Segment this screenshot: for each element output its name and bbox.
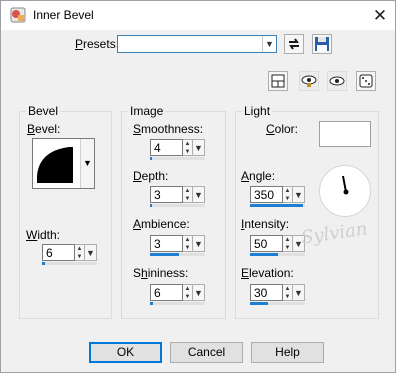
- ambience-slider[interactable]: [150, 253, 205, 256]
- angle-dial[interactable]: [319, 165, 371, 217]
- chevron-down-icon[interactable]: ▼: [293, 186, 305, 203]
- elevation-label: Elevation:: [241, 266, 294, 280]
- width-slider-fill: [42, 262, 46, 265]
- depth-value[interactable]: 3: [150, 186, 183, 203]
- up-down-arrows-icon[interactable]: ▲ ▼: [183, 284, 193, 301]
- eye-icon: [329, 76, 345, 86]
- intensity-slider-fill: [250, 253, 278, 256]
- angle-slider-fill: [250, 204, 304, 207]
- up-down-arrows-icon[interactable]: ▲ ▼: [183, 235, 193, 252]
- color-label: Color:: [266, 122, 299, 136]
- elevation-slider[interactable]: [250, 302, 305, 305]
- width-spinner[interactable]: 6 ▲ ▼ ▼: [42, 244, 98, 266]
- image-group-title: Image: [128, 104, 166, 118]
- title-bar: Inner Bevel ✕: [1, 1, 395, 30]
- chevron-down-icon[interactable]: ▼: [293, 284, 305, 301]
- intensity-spinner[interactable]: 50 ▲ ▼ ▼: [250, 235, 306, 257]
- smoothness-spinner[interactable]: 4 ▲ ▼ ▼: [150, 139, 206, 161]
- intensity-label: Intensity:: [241, 217, 290, 231]
- chevron-down-icon[interactable]: ▼: [193, 284, 205, 301]
- save-preset-button[interactable]: [312, 34, 332, 54]
- presets-combo[interactable]: ▼: [117, 35, 277, 53]
- angle-spinner[interactable]: 350 ▲ ▼ ▼: [250, 186, 306, 208]
- preview-eye-button[interactable]: [327, 71, 347, 91]
- chevron-down-icon[interactable]: ▼: [193, 139, 205, 156]
- elevation-slider-fill: [250, 302, 269, 305]
- floppy-disk-icon: [315, 37, 329, 51]
- smoothness-label: Smoothness:: [133, 122, 204, 136]
- presets-label: Presets:: [75, 37, 120, 51]
- intensity-value[interactable]: 50: [250, 235, 283, 252]
- cancel-button[interactable]: Cancel: [170, 342, 243, 363]
- smoothness-slider-fill: [150, 157, 153, 160]
- depth-spinner[interactable]: 3 ▲ ▼ ▼: [150, 186, 206, 208]
- chevron-down-icon[interactable]: ▼: [262, 36, 276, 52]
- angle-slider[interactable]: [250, 204, 305, 207]
- width-value[interactable]: 6: [42, 244, 75, 261]
- ambience-spinner[interactable]: 3 ▲ ▼ ▼: [150, 235, 206, 257]
- bevel-shape-label: Bevel:: [27, 122, 61, 136]
- up-down-arrows-icon[interactable]: ▲ ▼: [183, 139, 193, 156]
- depth-slider-fill: [150, 204, 152, 207]
- up-down-arrows-icon[interactable]: ▲ ▼: [283, 284, 293, 301]
- shininess-slider[interactable]: [150, 302, 205, 305]
- elevation-value[interactable]: 30: [250, 284, 283, 301]
- chevron-down-icon[interactable]: ▼: [193, 235, 205, 252]
- ok-button[interactable]: OK: [89, 342, 162, 363]
- depth-label: Depth:: [133, 169, 169, 183]
- smoothness-slider[interactable]: [150, 157, 205, 160]
- proof-eye-lock-button[interactable]: [299, 71, 319, 91]
- help-button[interactable]: Help: [251, 342, 324, 363]
- light-color-swatch[interactable]: [319, 121, 371, 147]
- layout-icon: [271, 74, 285, 88]
- bevel-shape-picker[interactable]: ▼: [32, 138, 95, 189]
- chevron-down-icon[interactable]: ▼: [85, 244, 97, 261]
- window-title: Inner Bevel: [33, 8, 94, 22]
- up-down-arrows-icon[interactable]: ▲ ▼: [283, 186, 293, 203]
- width-slider[interactable]: [42, 262, 97, 265]
- angle-needle-icon: [342, 175, 349, 195]
- shininess-value[interactable]: 6: [150, 284, 183, 301]
- close-icon[interactable]: ✕: [365, 1, 395, 30]
- light-group-title: Light: [242, 104, 273, 118]
- shininess-slider-fill: [150, 302, 154, 305]
- depth-slider[interactable]: [150, 204, 205, 207]
- reset-arrows-icon: [289, 38, 299, 50]
- inner-bevel-dialog: Inner Bevel ✕ Presets: ▼ Bevel Bevel: ▼ …: [0, 0, 396, 373]
- up-down-arrows-icon[interactable]: ▲ ▼: [183, 186, 193, 203]
- ambience-slider-fill: [150, 253, 180, 256]
- angle-label: Angle:: [241, 169, 276, 183]
- intensity-slider[interactable]: [250, 253, 305, 256]
- up-down-arrows-icon[interactable]: ▲ ▼: [283, 235, 293, 252]
- width-label: Width:: [26, 228, 61, 242]
- proof-toggle-button[interactable]: [268, 71, 288, 91]
- app-icon: [10, 7, 26, 23]
- bevel-shape-icon: [37, 147, 73, 183]
- bevel-group-title: Bevel: [26, 104, 61, 118]
- up-down-arrows-icon[interactable]: ▲ ▼: [75, 244, 85, 261]
- shininess-spinner[interactable]: 6 ▲ ▼ ▼: [150, 284, 206, 306]
- smoothness-value[interactable]: 4: [150, 139, 183, 156]
- bevel-dropdown-arrow-icon[interactable]: ▼: [80, 139, 94, 188]
- shininess-label: Shininess:: [133, 266, 189, 280]
- elevation-spinner[interactable]: 30 ▲ ▼ ▼: [250, 284, 306, 306]
- ambience-value[interactable]: 3: [150, 235, 183, 252]
- randomize-button[interactable]: [356, 71, 376, 91]
- ambience-label: Ambience:: [133, 217, 190, 231]
- angle-value[interactable]: 350: [250, 186, 283, 203]
- eye-lock-icon: [301, 75, 317, 87]
- chevron-down-icon[interactable]: ▼: [193, 186, 205, 203]
- dice-icon: [359, 74, 373, 88]
- reset-button[interactable]: [284, 34, 304, 54]
